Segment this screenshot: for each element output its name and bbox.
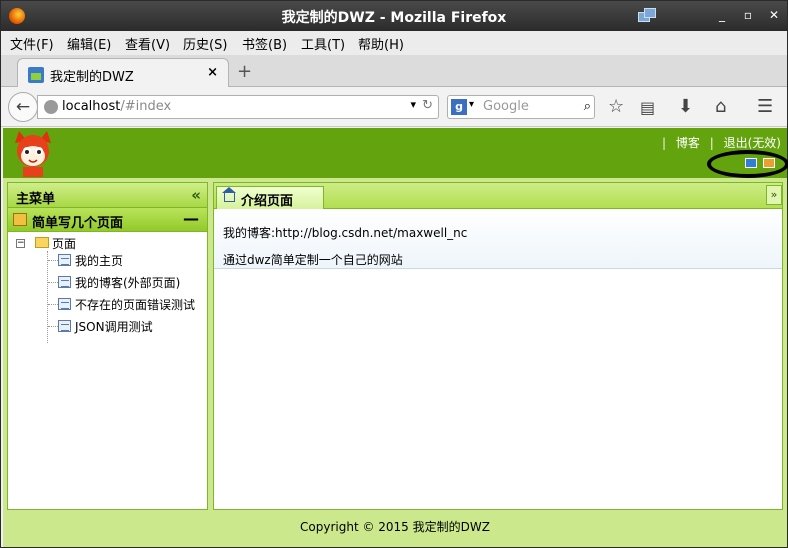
close-window-button[interactable]: ✕ <box>767 8 781 22</box>
intro-desc-line: 通过dwz简单定制一个自己的网站 <box>223 253 403 267</box>
tab-strip: 我定制的DWZ × <box>1 55 787 88</box>
menu-edit[interactable]: 编辑(E) <box>67 34 111 53</box>
menu-bookmarks[interactable]: 书签(B) <box>242 34 287 53</box>
binoculars-icon[interactable]: ⌕ <box>584 99 591 114</box>
tab-close-icon[interactable]: × <box>207 65 218 80</box>
tree-item-error-test[interactable]: 不存在的页面错误测试 <box>75 296 195 313</box>
tree-collapse-icon[interactable]: − <box>16 239 25 248</box>
url-text: localhost/#index <box>62 99 171 114</box>
firefox-window: 我定制的DWZ - Mozilla Firefox _ ▫ ✕ 文件(F) 编辑… <box>0 0 788 548</box>
sidebar-collapse-icon[interactable]: « <box>191 186 201 204</box>
sidebar: 主菜单 « 简单写几个页面 — − 页面 我的主页 我的博客(外部页面) 不存在… <box>7 182 208 510</box>
fox-logo <box>15 131 51 177</box>
dwz-app: | 博客 | 退出(无效) 主菜单 « 简单写几个页面 — − 页面 我的主页 … <box>3 128 788 547</box>
search-engine-dropdown-icon[interactable]: ▾ <box>469 99 474 110</box>
new-tab-button[interactable]: + <box>237 61 252 82</box>
sidebar-title: 主菜单 <box>16 192 56 207</box>
page-icon <box>58 298 71 310</box>
menu-view[interactable]: 查看(V) <box>125 34 170 53</box>
accordion-title: 简单写几个页面 <box>32 216 124 231</box>
main-panel: 介绍页面 » 我的博客:http://blog.csdn.net/maxwell… <box>213 182 783 510</box>
intro-blog-line: 我的博客:http://blog.csdn.net/maxwell_nc <box>223 226 468 240</box>
url-path: /#index <box>120 99 172 114</box>
menu-tree: − 页面 我的主页 我的博客(外部页面) 不存在的页面错误测试 JSON调用测试 <box>8 232 207 502</box>
page-icon <box>58 276 71 288</box>
folder-icon <box>35 237 49 248</box>
sidebar-header: 主菜单 « <box>8 183 207 208</box>
tree-item-json-test[interactable]: JSON调用测试 <box>75 318 153 335</box>
menu-hamburger-icon[interactable]: ☰ <box>757 96 773 117</box>
intro-content: 我的博客:http://blog.csdn.net/maxwell_nc 通过d… <box>214 209 782 269</box>
menu-help[interactable]: 帮助(H) <box>358 34 404 53</box>
menu-file[interactable]: 文件(F) <box>10 34 54 53</box>
page-icon <box>58 320 71 332</box>
tab-intro-label: 介绍页面 <box>241 194 294 209</box>
maximize-button[interactable]: ▫ <box>741 8 755 22</box>
title-bar: 我定制的DWZ - Mozilla Firefox _ ▫ ✕ <box>1 1 787 31</box>
globe-icon <box>44 100 58 114</box>
search-box[interactable]: g ▾ Google ⌕ <box>447 95 595 119</box>
tree-root[interactable]: 页面 <box>52 235 76 252</box>
tree-item-blog[interactable]: 我的博客(外部页面) <box>75 274 180 291</box>
link-separator: | <box>662 136 667 150</box>
download-icon[interactable]: ⬇ <box>678 96 693 117</box>
tree-item-home[interactable]: 我的主页 <box>75 252 123 269</box>
browser-tab[interactable]: 我定制的DWZ × <box>17 58 229 88</box>
menu-bar: 文件(F) 编辑(E) 查看(V) 历史(S) 书签(B) 工具(T) 帮助(H… <box>1 31 787 55</box>
menu-tools[interactable]: 工具(T) <box>301 34 345 53</box>
accordion-toggle-icon[interactable]: — <box>183 209 199 228</box>
highlight-oval <box>707 150 788 178</box>
accordion-arrow-icon <box>13 213 27 226</box>
tab-title: 我定制的DWZ <box>50 70 134 85</box>
blog-link[interactable]: 博客 <box>676 136 700 150</box>
url-bar[interactable]: localhost/#index ▾ ↻ <box>37 95 439 119</box>
window-title: 我定制的DWZ - Mozilla Firefox <box>281 10 507 26</box>
url-dropdown-icon[interactable]: ▾ <box>410 98 416 111</box>
site-favicon-icon <box>28 67 44 83</box>
footer: Copyright © 2015 我定制的DWZ <box>300 520 490 534</box>
logout-link[interactable]: 退出(无效) <box>724 136 781 150</box>
accordion-header[interactable]: 简单写几个页面 — <box>8 208 207 232</box>
search-engine-icon[interactable]: g <box>451 99 467 115</box>
tree-line <box>47 251 48 343</box>
app-header: | 博客 | 退出(无效) <box>3 128 788 178</box>
link-separator: | <box>709 136 714 150</box>
back-button[interactable]: ← <box>8 92 38 122</box>
tab-intro[interactable]: 介绍页面 <box>216 186 324 209</box>
search-placeholder: Google <box>483 99 529 114</box>
menu-history[interactable]: 历史(S) <box>183 34 227 53</box>
main-tabs: 介绍页面 » <box>214 183 782 209</box>
home-icon[interactable]: ⌂ <box>715 96 726 117</box>
home-icon <box>222 187 236 202</box>
navigation-bar: localhost/#index ▾ ↻ ← g ▾ Google ⌕ <box>1 87 787 127</box>
page-icon <box>58 254 71 266</box>
header-links: | 博客 | 退出(无效) <box>656 134 781 151</box>
reload-icon[interactable]: ↻ <box>422 98 433 113</box>
tab-groups-icon[interactable] <box>638 8 658 24</box>
bookmark-star-icon[interactable]: ☆ <box>608 96 624 117</box>
url-host: localhost <box>62 99 121 114</box>
tab-list-icon[interactable]: » <box>766 185 782 205</box>
minimize-button[interactable]: _ <box>715 8 729 22</box>
reader-view-icon[interactable]: ▤ <box>640 98 655 117</box>
